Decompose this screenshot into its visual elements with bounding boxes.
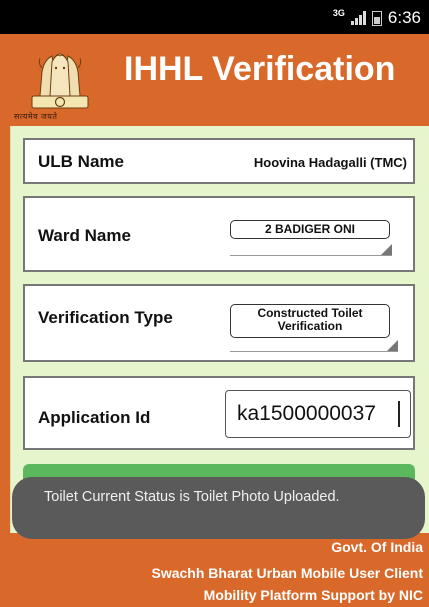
app-header: सत्यमेव जयते IHHL Verification [0, 34, 429, 126]
status-bar: 3G 6:36 [0, 0, 429, 34]
footer-client: Swachh Bharat Urban Mobile User Client [151, 565, 424, 581]
ulb-name-card: ULB Name Hoovina Hadagalli (TMC) [23, 138, 415, 184]
ward-name-dropdown[interactable]: 2 BADIGER ONI [230, 220, 392, 256]
toast-message: Toilet Current Status is Toilet Photo Up… [12, 477, 425, 539]
dropdown-arrow-icon [381, 244, 392, 255]
verification-type-label: Verification Type [38, 308, 173, 327]
verification-type-card: Verification Type Constructed Toilet Ver… [23, 284, 415, 362]
national-emblem-icon [31, 53, 89, 109]
ward-name-selected: 2 BADIGER ONI [230, 220, 390, 239]
clock: 6:36 [387, 8, 421, 27]
footer-support: Mobility Platform Support by NIC [203, 587, 423, 603]
dropdown-arrow-icon [387, 340, 398, 351]
verification-type-selected: Constructed Toilet Verification [230, 304, 390, 338]
application-id-value: ka1500000037 [237, 402, 376, 425]
verification-type-dropdown[interactable]: Constructed Toilet Verification [230, 304, 398, 352]
network-type: 3G [332, 8, 345, 18]
battery-icon [371, 10, 382, 26]
ulb-name-value: Hoovina Hadagalli (TMC) [253, 155, 407, 170]
signal-strength-icon [350, 11, 366, 25]
application-id-label: Application Id [38, 408, 151, 427]
ulb-name-label: ULB Name [38, 152, 124, 171]
page-title: IHHL Verification [124, 50, 396, 88]
application-id-input[interactable]: ka1500000037 [225, 390, 411, 438]
status-icons: 3G 6:36 [333, 8, 421, 28]
emblem-caption: सत्यमेव जयते [14, 112, 58, 121]
verification-type-line2: Verification [277, 319, 343, 333]
dropdown-underline [230, 255, 392, 256]
ward-name-card: Ward Name 2 BADIGER ONI [23, 196, 415, 272]
dropdown-underline [230, 351, 398, 352]
footer-govt: Govt. Of India [331, 539, 423, 555]
ward-name-label: Ward Name [38, 226, 131, 245]
text-cursor [398, 401, 400, 427]
verification-form: ULB Name Hoovina Hadagalli (TMC) Ward Na… [10, 126, 429, 533]
application-id-card: Application Id ka1500000037 [23, 376, 415, 450]
